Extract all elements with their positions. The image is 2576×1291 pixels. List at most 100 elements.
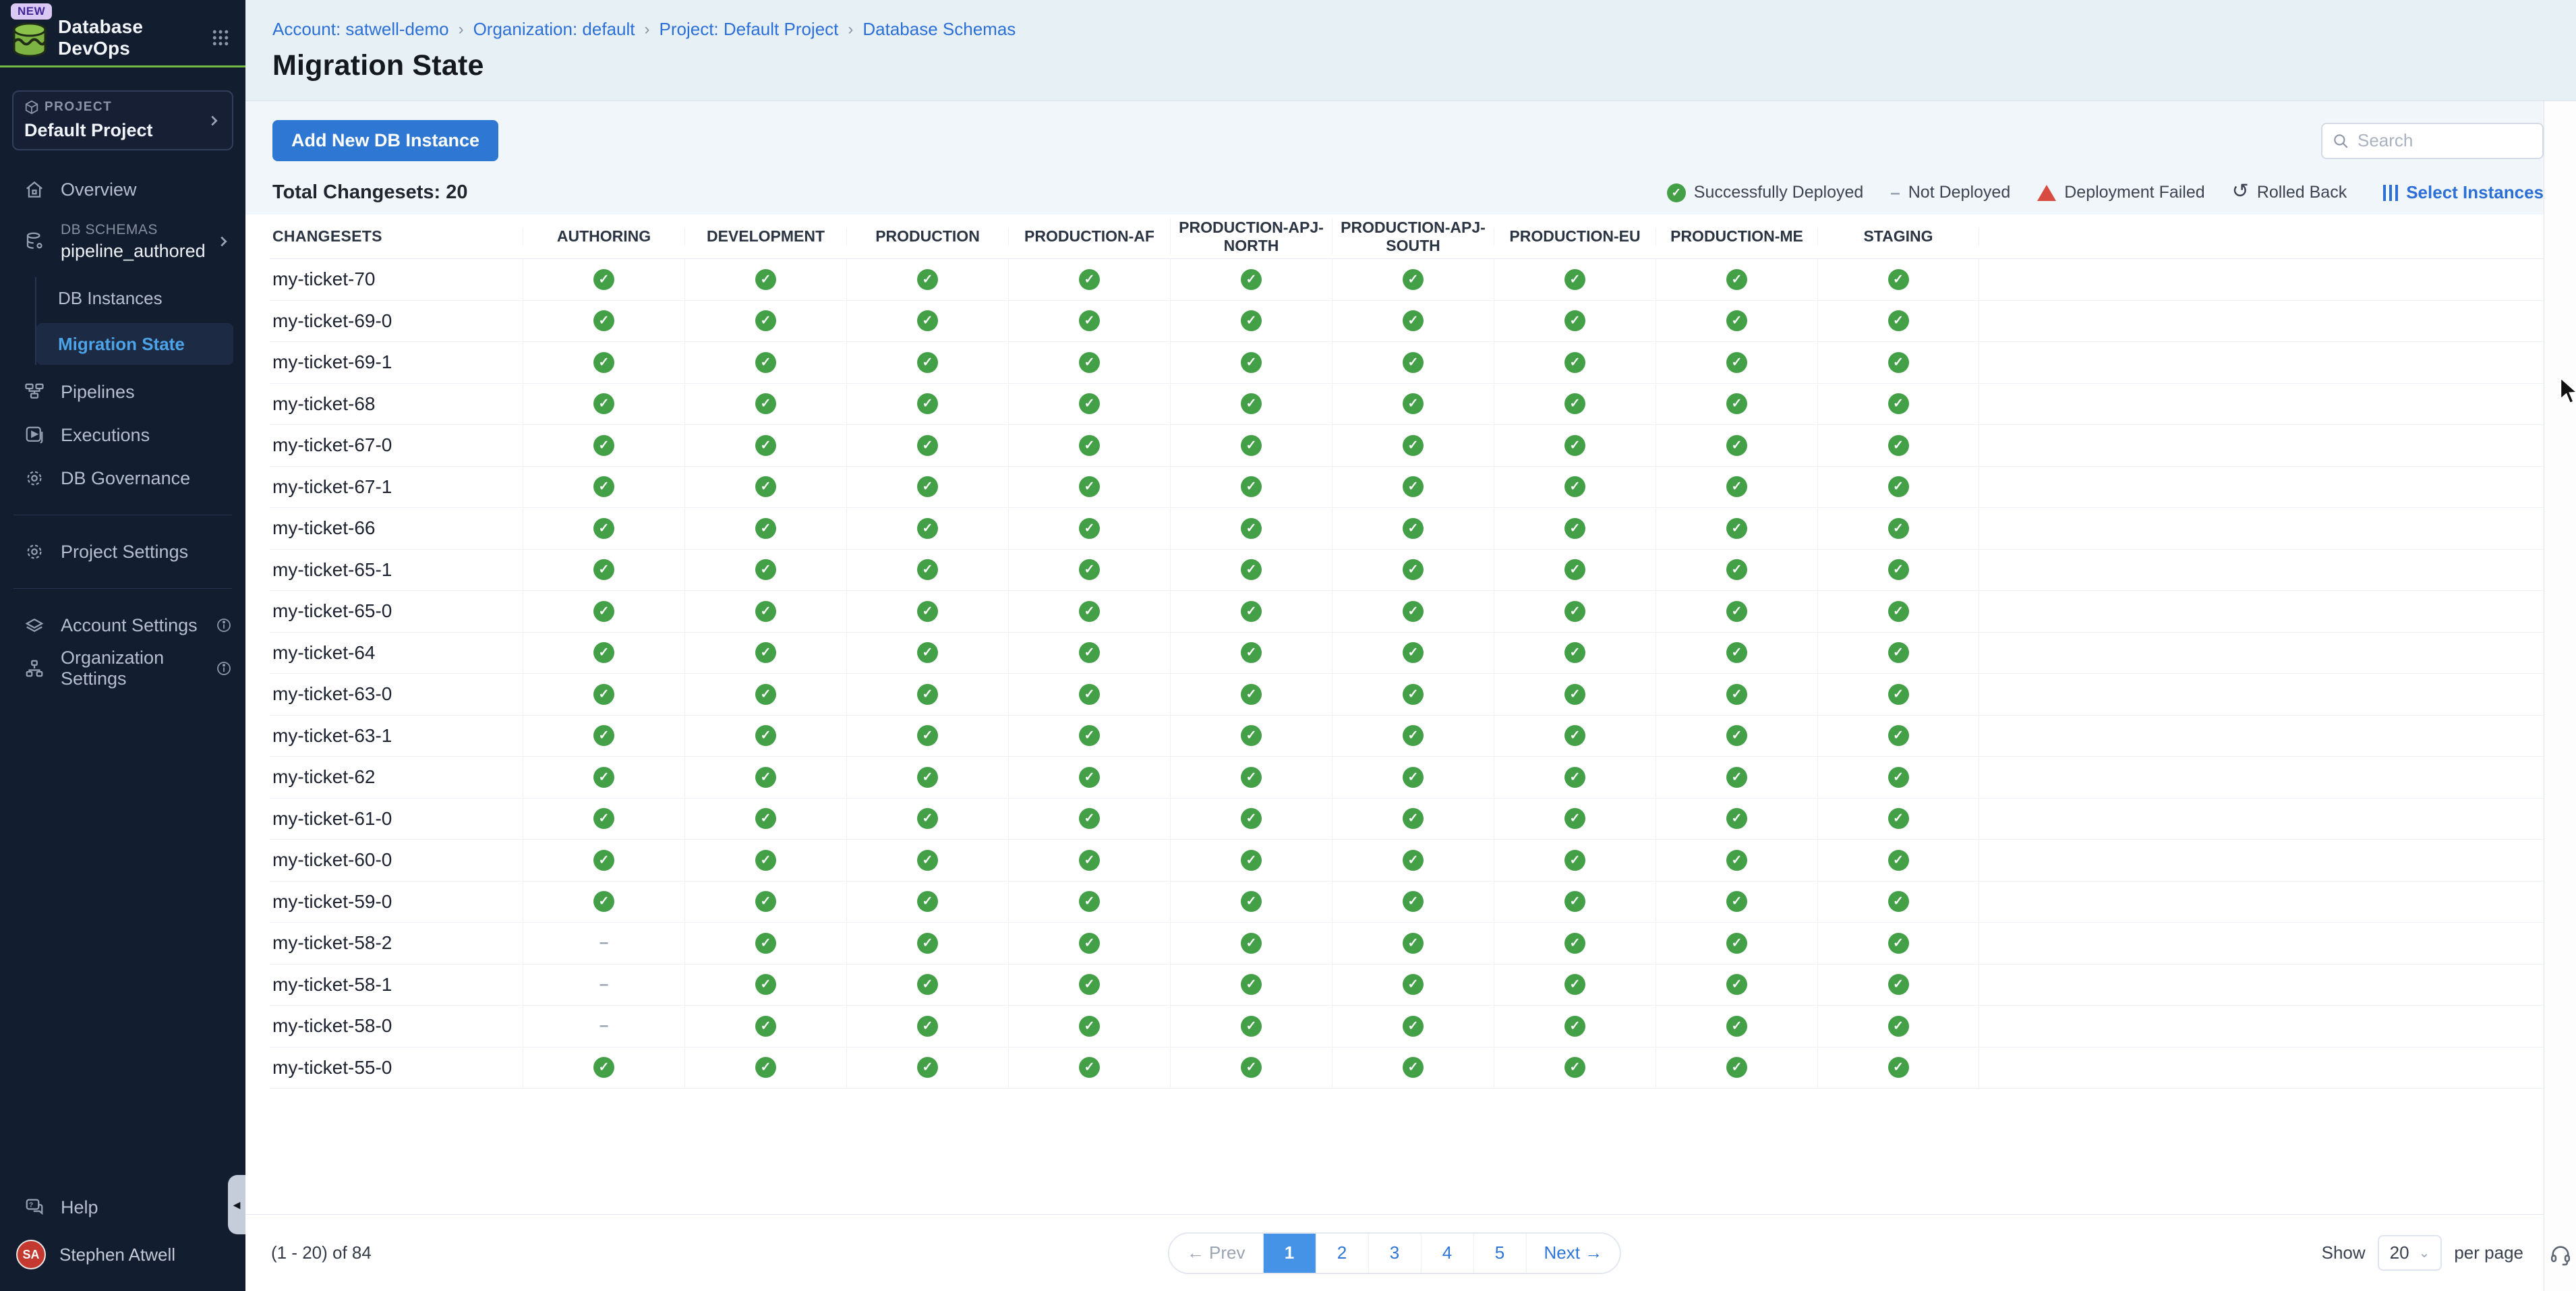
table-row[interactable]: my-ticket-58-2 –✓✓✓✓✓✓✓✓: [270, 923, 2544, 965]
table-row[interactable]: my-ticket-55-0 ✓✓✓✓✓✓✓✓✓: [270, 1048, 2544, 1089]
table-row[interactable]: my-ticket-65-1 ✓✓✓✓✓✓✓✓✓: [270, 550, 2544, 592]
table-row[interactable]: my-ticket-65-0 ✓✓✓✓✓✓✓✓✓: [270, 591, 2544, 633]
status-cell: ✓: [1817, 1048, 1979, 1089]
success-check-icon: ✓: [1079, 725, 1100, 746]
sidebar-item-db-governance[interactable]: DB Governance: [0, 457, 245, 500]
breadcrumb-database-schemas-link[interactable]: Database Schemas: [862, 19, 1016, 40]
column-header: PRODUCTION-APJ-NORTH: [1170, 219, 1332, 254]
status-cell: ✓: [1170, 467, 1332, 508]
breadcrumb-account-link[interactable]: Account: satwell-demo: [272, 19, 449, 40]
table-footer: (1 - 20) of 84 ← Prev 1 2 3 4 5 Next → S…: [245, 1214, 2544, 1291]
success-check-icon: ✓: [593, 891, 614, 912]
status-cell: ✓: [846, 301, 1008, 342]
status-cell: ✓: [1494, 591, 1656, 632]
sidebar-collapse-handle[interactable]: ◀: [228, 1175, 245, 1234]
sidebar-item-project-settings[interactable]: Project Settings: [0, 530, 245, 573]
support-headset-icon[interactable]: [2549, 1243, 2572, 1269]
search-box[interactable]: [2321, 123, 2544, 159]
user-menu[interactable]: SA Stephen Atwell: [0, 1229, 245, 1273]
page-button-2[interactable]: 2: [1316, 1234, 1369, 1273]
column-header: STAGING: [1817, 227, 1979, 245]
table-row[interactable]: my-ticket-68 ✓✓✓✓✓✓✓✓✓: [270, 384, 2544, 426]
status-cell: ✓: [846, 840, 1008, 881]
table-row[interactable]: my-ticket-69-0 ✓✓✓✓✓✓✓✓✓: [270, 301, 2544, 343]
success-check-icon: ✓: [1079, 684, 1100, 705]
success-check-icon: ✓: [1726, 1057, 1747, 1078]
status-cell: ✓: [523, 342, 684, 383]
next-page-button[interactable]: Next →: [1527, 1234, 1620, 1273]
breadcrumb-organization-link[interactable]: Organization: default: [473, 19, 635, 40]
status-cell: ✓: [1656, 384, 1817, 425]
sidebar-item-organization-settings[interactable]: Organization Settings: [0, 647, 245, 690]
success-check-icon: ✓: [1079, 767, 1100, 788]
sidebar-item-executions[interactable]: Executions: [0, 413, 245, 457]
table-row[interactable]: my-ticket-63-1 ✓✓✓✓✓✓✓✓✓: [270, 716, 2544, 757]
success-check-icon: ✓: [917, 393, 938, 414]
status-cell: ✓: [1170, 1048, 1332, 1089]
page-button-5[interactable]: 5: [1474, 1234, 1527, 1273]
table-row[interactable]: my-ticket-69-1 ✓✓✓✓✓✓✓✓✓: [270, 342, 2544, 384]
status-cell: ✓: [1494, 384, 1656, 425]
success-check-icon: ✓: [1888, 808, 1909, 829]
status-cell: ✓: [1656, 342, 1817, 383]
status-cell: ✓: [1008, 799, 1170, 840]
project-selector[interactable]: PROJECT Default Project: [12, 90, 233, 150]
success-check-icon: ✓: [593, 310, 614, 331]
add-db-instance-button[interactable]: Add New DB Instance: [272, 120, 498, 161]
table-row[interactable]: my-ticket-70 ✓✓✓✓✓✓✓✓✓: [270, 259, 2544, 301]
sidebar-item-account-settings[interactable]: Account Settings: [0, 604, 245, 647]
db-schemas-subnav: DB Instances Migration State: [35, 277, 245, 365]
migration-table-card: CHANGESETS AUTHORING DEVELOPMENT PRODUCT…: [245, 214, 2544, 1291]
new-badge: NEW: [11, 3, 52, 20]
column-header: PRODUCTION-EU: [1494, 227, 1656, 245]
table-meta-row: Total Changesets: 20 ✓ Successfully Depl…: [245, 161, 2576, 214]
changeset-name: my-ticket-62: [270, 766, 523, 788]
page-button-4[interactable]: 4: [1422, 1234, 1474, 1273]
sidebar-item-db-instances[interactable]: DB Instances: [36, 277, 233, 319]
search-input[interactable]: [2358, 130, 2533, 151]
table-row[interactable]: my-ticket-67-1 ✓✓✓✓✓✓✓✓✓: [270, 467, 2544, 509]
legend-successfully-deployed: ✓ Successfully Deployed: [1667, 183, 1864, 202]
page-size-select[interactable]: 20 ⌄: [2378, 1235, 2442, 1271]
prev-page-button[interactable]: ← Prev: [1169, 1234, 1264, 1273]
table-row[interactable]: my-ticket-58-0 –✓✓✓✓✓✓✓✓: [270, 1006, 2544, 1048]
table-row[interactable]: my-ticket-67-0 ✓✓✓✓✓✓✓✓✓: [270, 425, 2544, 467]
sidebar-item-help[interactable]: ? Help: [0, 1186, 245, 1229]
status-cell: ✓: [1494, 508, 1656, 549]
sidebar-item-overview[interactable]: Overview: [0, 168, 245, 211]
table-row[interactable]: my-ticket-63-0 ✓✓✓✓✓✓✓✓✓: [270, 674, 2544, 716]
page-button-3[interactable]: 3: [1369, 1234, 1422, 1273]
success-check-icon: ✓: [1888, 559, 1909, 580]
status-cell: ✓: [1494, 757, 1656, 798]
table-row[interactable]: my-ticket-61-0 ✓✓✓✓✓✓✓✓✓: [270, 799, 2544, 840]
table-row[interactable]: my-ticket-66 ✓✓✓✓✓✓✓✓✓: [270, 508, 2544, 550]
success-check-icon: ✓: [1241, 559, 1262, 580]
breadcrumb-project-link[interactable]: Project: Default Project: [660, 19, 839, 40]
success-check-icon: ✓: [755, 476, 776, 497]
status-cell: ✓: [1332, 591, 1494, 632]
status-cell: ✓: [684, 840, 846, 881]
changeset-name: my-ticket-68: [270, 393, 523, 415]
status-cell: ✓: [1656, 301, 1817, 342]
select-instances-button[interactable]: Select Instances: [2383, 182, 2544, 203]
table-row[interactable]: my-ticket-62 ✓✓✓✓✓✓✓✓✓: [270, 757, 2544, 799]
status-cell: ✓: [1817, 633, 1979, 674]
status-cell: ✓: [1332, 799, 1494, 840]
table-row[interactable]: my-ticket-60-0 ✓✓✓✓✓✓✓✓✓: [270, 840, 2544, 882]
sidebar-item-pipelines[interactable]: Pipelines: [0, 370, 245, 413]
sidebar-item-migration-state[interactable]: Migration State: [36, 323, 233, 365]
success-check-icon: ✓: [1726, 850, 1747, 871]
status-cell: ✓: [523, 799, 684, 840]
table-row[interactable]: my-ticket-59-0 ✓✓✓✓✓✓✓✓✓: [270, 882, 2544, 923]
status-cell: ✓: [523, 467, 684, 508]
table-row[interactable]: my-ticket-64 ✓✓✓✓✓✓✓✓✓: [270, 633, 2544, 675]
success-check-icon: ✓: [917, 269, 938, 290]
status-cell: ✓: [846, 425, 1008, 466]
status-cell: ✓: [846, 923, 1008, 964]
app-grid-icon[interactable]: [210, 28, 231, 48]
page-button-1[interactable]: 1: [1264, 1234, 1316, 1273]
success-check-icon: ✓: [1241, 642, 1262, 663]
table-row[interactable]: my-ticket-58-1 –✓✓✓✓✓✓✓✓: [270, 965, 2544, 1006]
sidebar-item-db-schemas[interactable]: DB SCHEMAS pipeline_authored: [0, 211, 245, 272]
status-cell: ✓: [846, 1048, 1008, 1089]
